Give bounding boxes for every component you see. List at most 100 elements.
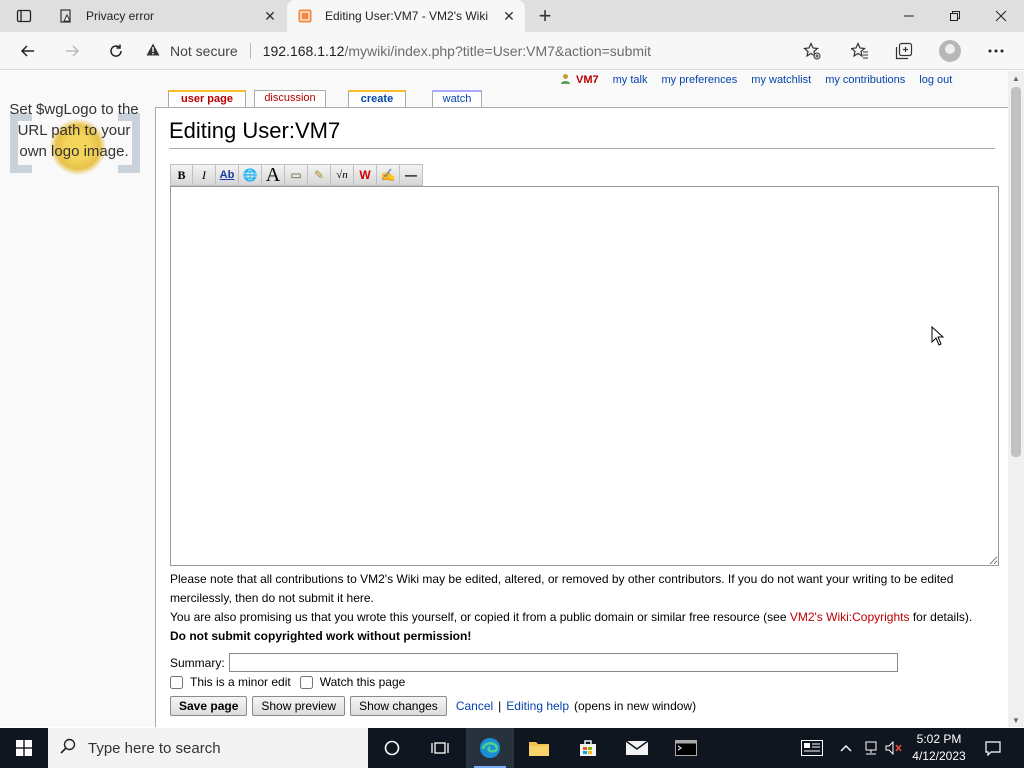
edit-toolbar: B I Ab 🌐 A ▭ ✎ √n W ✍ — [170,164,423,186]
restore-icon [950,11,960,21]
tab-create[interactable]: create [348,90,406,107]
close-icon[interactable]: ✕ [497,4,521,28]
cortana-button[interactable] [368,728,416,768]
volume-button[interactable] [882,728,904,768]
tab-title: Editing User:VM7 - VM2's Wiki [325,9,488,23]
minimize-button[interactable] [886,0,932,32]
task-view-button[interactable] [416,728,464,768]
forward-arrow-icon [66,45,80,57]
editing-help-link[interactable]: Editing help [506,699,569,713]
close-window-button[interactable] [978,0,1024,32]
new-window-note: (opens in new window) [574,699,697,713]
tab-privacy-error[interactable]: Privacy error ✕ [48,0,286,32]
my-talk-link[interactable]: my talk [613,74,648,86]
network-icon [865,741,877,755]
warning-page-icon [58,8,74,24]
summary-label: Summary: [170,655,225,670]
settings-more-button[interactable] [981,36,1011,66]
terminal-button[interactable] [662,728,710,768]
refresh-button[interactable] [101,36,131,66]
windows-logo-icon [16,740,32,756]
back-arrow-icon [20,45,34,57]
nowiki-button[interactable]: W [354,164,377,186]
italic-button[interactable]: I [193,164,216,186]
notice-paragraph-2-start: You are also promising us that you wrote… [170,610,790,624]
summary-input[interactable] [228,653,898,672]
watch-page-label[interactable]: Watch this page [320,675,406,689]
user-link[interactable]: VM7 [560,73,599,87]
wiki-logo[interactable]: Set $wgLogo to the URL path to your own … [8,91,140,251]
address-bar[interactable]: Not secure 192.168.1.12/mywiki/index.php… [146,36,836,66]
tab-watch[interactable]: watch [432,90,482,107]
options-row: This is a minor edit Watch this page [170,675,405,689]
signature-button[interactable]: ✍ [377,164,400,186]
address-divider [249,43,251,59]
mail-button[interactable] [613,728,661,768]
favorites-icon [851,42,868,59]
math-formula-button[interactable]: √n [331,164,354,186]
page-title: Editing User:VM7 [169,118,995,149]
start-button[interactable] [0,728,48,768]
system-clock[interactable]: 5:02 PM 4/12/2023 [902,731,976,765]
embedded-file-button[interactable]: ▭ [285,164,308,186]
cortana-circle-icon [384,740,400,756]
my-preferences-link[interactable]: my preferences [661,74,737,86]
tab-actions-button[interactable] [0,0,48,32]
forward-button[interactable] [57,36,87,66]
notice-paragraph-2-end: for details). [909,610,973,624]
tab-user-page[interactable]: user page [168,90,246,107]
log-out-link[interactable]: log out [919,74,952,86]
search-placeholder: Type here to search [88,739,221,757]
user-icon [560,73,571,87]
new-tab-button[interactable]: + [532,3,558,29]
my-watchlist-link[interactable]: my watchlist [751,74,811,86]
show-changes-button[interactable]: Show changes [350,696,447,716]
file-explorer-button[interactable] [515,728,563,768]
network-button[interactable] [860,728,882,768]
save-page-button[interactable]: Save page [170,696,248,716]
taskbar-search-box[interactable]: Type here to search [48,728,368,768]
close-icon[interactable]: ✕ [258,4,282,28]
scrollbar-thumb[interactable] [1011,87,1021,457]
url-path: /mywiki/index.php?title=User:VM7&action=… [344,43,652,59]
wikitext-editor[interactable] [170,186,999,566]
minor-edit-label[interactable]: This is a minor edit [190,675,291,689]
headline-button[interactable]: A [262,164,285,186]
tab-discussion[interactable]: discussion [254,90,326,107]
content-area: Editing User:VM7 B I Ab 🌐 A ▭ ✎ √n W ✍ —… [155,107,1008,727]
show-hidden-icons-button[interactable] [837,728,855,768]
minor-edit-checkbox[interactable] [170,675,183,689]
show-preview-button[interactable]: Show preview [252,696,346,716]
browser-toolbar: Not secure 192.168.1.12/mywiki/index.php… [0,32,1024,70]
action-center-button[interactable] [978,728,1008,768]
watch-page-checkbox[interactable] [299,675,313,689]
page-scrollbar[interactable]: ▲ ▼ [1008,71,1024,727]
favorites-button[interactable] [845,36,875,66]
back-button[interactable] [13,36,43,66]
internal-link-button[interactable]: Ab [216,164,239,186]
logo-placeholder-text: Set $wgLogo to the URL path to your own … [9,101,139,160]
restore-button[interactable] [932,0,978,32]
notification-icon [985,741,1001,756]
copyrights-link[interactable]: VM2's Wiki:Copyrights [790,610,910,624]
scroll-down-arrow-icon[interactable]: ▼ [1008,713,1024,727]
external-link-button[interactable]: 🌐 [239,164,262,186]
file-link-button[interactable]: ✎ [308,164,331,186]
url-host: 192.168.1.12 [262,43,345,59]
tab-editing-user[interactable]: Editing User:VM7 - VM2's Wiki ✕ [287,0,525,32]
collections-button[interactable] [889,36,919,66]
tab-actions-icon [16,9,32,23]
cancel-link[interactable]: Cancel [456,699,493,713]
more-dots-icon [988,49,1004,53]
add-favorite-button[interactable] [797,36,827,66]
terminal-icon [675,740,697,756]
scroll-up-arrow-icon[interactable]: ▲ [1008,71,1024,85]
not-secure-label[interactable]: Not secure [170,43,238,59]
bold-button[interactable]: B [170,164,193,186]
my-contributions-link[interactable]: my contributions [825,74,905,86]
news-widget-button[interactable] [797,728,827,768]
profile-button[interactable] [935,36,965,66]
edge-taskbar-button[interactable] [466,728,514,768]
store-button[interactable] [564,728,612,768]
horizontal-line-button[interactable]: — [400,164,423,186]
